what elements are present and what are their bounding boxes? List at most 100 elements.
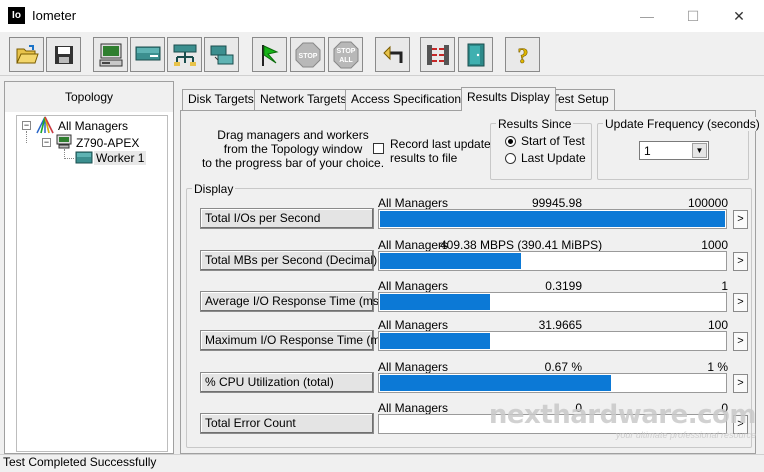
help-button[interactable]: ? <box>505 37 540 72</box>
metric-progress-bar <box>378 292 727 312</box>
metric-source-label: All Managers <box>378 238 449 252</box>
disk-worker-icon <box>99 43 122 66</box>
watermark-tagline: your ultimate professional resource <box>615 430 756 440</box>
record-results-checkbox[interactable] <box>373 143 384 154</box>
metric-source-label: All Managers <box>378 360 449 374</box>
metric-value: 0.67 % <box>544 360 582 374</box>
status-text: Test Completed Successfully <box>3 455 157 469</box>
minimize-button[interactable]: — <box>624 4 670 28</box>
last-update-radio[interactable] <box>505 153 516 164</box>
metric-progress-fill <box>380 253 522 269</box>
metric-progress-fill <box>380 375 612 391</box>
metric-value: 31.9665 <box>538 318 582 332</box>
metric-select-button[interactable]: Average I/O Response Time (ms) <box>200 291 383 312</box>
watermark-text: nexthardware.com <box>488 400 757 430</box>
start-disk-worker-button[interactable] <box>93 37 128 72</box>
metric-source-label: All Managers <box>378 401 449 415</box>
metric-max: 1 <box>721 279 728 293</box>
worker-icon <box>75 151 93 164</box>
add-manager-button[interactable] <box>167 37 202 72</box>
all-managers-icon <box>36 116 54 134</box>
help-icon: ? <box>517 42 529 68</box>
tree-item-all-managers[interactable]: All Managers <box>58 119 128 133</box>
collapse-manager-icon[interactable]: − <box>42 138 51 147</box>
tab-results-display[interactable]: Results Display <box>461 87 556 111</box>
results-since-title: Results Since <box>496 117 574 131</box>
tab-disk-targets[interactable]: Disk Targets <box>182 89 260 110</box>
reset-workers-button[interactable] <box>375 37 410 72</box>
metric-max: 1000 <box>701 238 728 252</box>
svg-text:ALL: ALL <box>339 57 353 64</box>
reset-arrow-icon <box>382 45 402 63</box>
tree-item-worker[interactable]: Worker 1 <box>94 151 147 165</box>
open-config-button[interactable] <box>9 37 44 72</box>
disconnect-icon <box>426 44 449 65</box>
record-results-label: Record last update results to file <box>390 137 491 165</box>
watermark-logo: nexthardware.com your ultimate professio… <box>488 400 757 440</box>
copy-worker-button[interactable] <box>204 37 239 72</box>
metric-expand-button[interactable]: > <box>733 210 748 229</box>
metric-max: 100000 <box>687 196 728 210</box>
metric-progress-bar <box>378 209 727 229</box>
metric-value: 0.3199 <box>545 279 582 293</box>
metric-expand-button[interactable]: > <box>733 252 748 271</box>
metric-source-label: All Managers <box>378 196 449 210</box>
copy-icon <box>210 45 233 64</box>
svg-text:STOP: STOP <box>336 48 355 55</box>
start-network-worker-button[interactable] <box>130 37 165 72</box>
metric-progress-fill <box>380 211 725 227</box>
stop-all-button[interactable]: STOP ALL <box>328 37 363 72</box>
close-button[interactable]: ✕ <box>716 4 762 28</box>
tab-access-specifications[interactable]: Access Specifications <box>345 89 474 110</box>
display-title: Display <box>192 182 236 196</box>
save-config-button[interactable] <box>46 37 81 72</box>
metric-select-button[interactable]: Total Error Count <box>200 413 374 434</box>
update-frequency-title: Update Frequency (seconds) <box>603 117 762 131</box>
stop-button[interactable]: STOP <box>290 37 325 72</box>
window-title: Iometer <box>32 8 77 23</box>
metric-progress-bar <box>378 251 727 271</box>
stop-all-icon: STOP ALL <box>333 41 358 68</box>
update-frequency-select[interactable]: 1 ▼ <box>639 141 709 160</box>
tree-connector <box>64 149 74 159</box>
metric-progress-fill <box>380 333 491 349</box>
open-folder-icon <box>15 44 39 63</box>
svg-text:?: ? <box>517 43 528 68</box>
metric-select-button[interactable]: Maximum I/O Response Time (ms) <box>200 330 390 351</box>
tab-network-targets[interactable]: Network Targets <box>254 89 353 110</box>
metric-expand-button[interactable]: > <box>733 293 748 312</box>
chevron-down-icon[interactable]: ▼ <box>692 143 707 158</box>
metric-source-label: All Managers <box>378 318 449 332</box>
tab-test-setup[interactable]: Test Setup <box>546 89 615 110</box>
drag-hint-text: Drag managers and workers from the Topol… <box>201 128 385 170</box>
start-tests-button[interactable] <box>252 37 287 72</box>
metric-max: 1 % <box>707 360 728 374</box>
tree-connector <box>26 131 27 143</box>
collapse-all-managers-icon[interactable]: − <box>22 121 31 130</box>
metric-select-button[interactable]: % CPU Utilization (total) <box>200 372 374 393</box>
exit-button[interactable] <box>458 37 493 72</box>
topology-tree[interactable] <box>16 115 168 452</box>
green-flag-icon <box>261 44 279 66</box>
disconnect-button[interactable] <box>420 37 455 72</box>
update-frequency-value: 1 <box>644 144 651 158</box>
metric-max: 100 <box>707 318 728 332</box>
tree-item-manager[interactable]: Z790-APEX <box>76 136 139 150</box>
metric-value: 99945.98 <box>531 196 582 210</box>
exit-door-icon <box>467 43 484 66</box>
network-icon <box>173 44 196 66</box>
start-of-test-radio[interactable] <box>505 136 516 147</box>
floppy-disk-icon <box>54 45 73 64</box>
stop-icon: STOP <box>295 42 320 67</box>
metric-expand-button[interactable]: > <box>733 374 748 393</box>
app-icon: Io <box>8 7 25 24</box>
metric-select-button[interactable]: Total I/Os per Second <box>200 208 374 229</box>
computer-icon <box>56 134 72 149</box>
metric-source-label: All Managers <box>378 279 449 293</box>
network-worker-icon <box>135 46 160 60</box>
metric-value: 409.38 MBPS (390.41 MiBPS) <box>440 238 603 252</box>
metric-expand-button[interactable]: > <box>733 332 748 351</box>
metric-select-button[interactable]: Total MBs per Second (Decimal) <box>200 250 377 271</box>
maximize-button[interactable]: ☐ <box>670 4 716 28</box>
metric-progress-fill <box>380 294 491 310</box>
